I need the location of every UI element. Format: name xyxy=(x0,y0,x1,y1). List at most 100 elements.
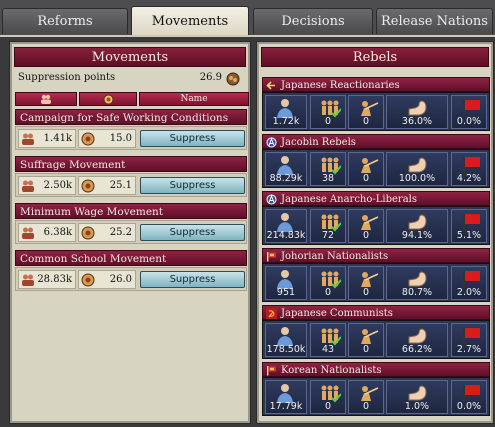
rebel-revolt-risk-value: 0.0% xyxy=(456,116,482,127)
supporters-icon xyxy=(22,133,34,145)
sort-by-supporters[interactable] xyxy=(15,92,77,106)
rebel-organization-value: 80.7% xyxy=(401,287,433,298)
rebel-faction-name: Japanese Communists xyxy=(281,308,393,319)
rebel-brigades-cell: 38 xyxy=(310,152,346,186)
rebel-faction-title: Japanese Reactionaries xyxy=(262,77,490,92)
rebel-faction-row[interactable]: Japanese Anarcho-Liberals 214.83k 72 0 9… xyxy=(262,191,490,245)
radicalism-value: 26.0 xyxy=(109,274,132,285)
radicalism-value: 25.2 xyxy=(109,227,132,238)
rebel-faction-title: Korean Nationalists xyxy=(262,362,490,377)
movement-title: Suffrage Movement xyxy=(15,156,247,172)
rebel-size-value: 214.83k xyxy=(266,230,306,241)
rebels-panel: Rebels Japanese Reactionaries 1.72k 0 0 … xyxy=(256,41,494,424)
rebel-organization-value: 94.1% xyxy=(401,230,433,241)
rebel-army-value: 0 xyxy=(362,344,370,355)
rebel-faction-name: Japanese Reactionaries xyxy=(281,80,400,91)
rebel-revolt-risk-cell: 0.0% xyxy=(451,380,487,414)
strength-arm-icon xyxy=(408,100,427,116)
rebel-army-value: 0 xyxy=(362,173,370,184)
brigades-icon xyxy=(321,214,341,232)
suppress-button[interactable]: Suppress xyxy=(140,177,245,194)
rebel-organization-value: 100.0% xyxy=(398,173,436,184)
rebel-faction-row[interactable]: Japanese Communists 178.50k 43 0 66.2% 2… xyxy=(262,305,490,359)
rebel-organization-cell: 36.0% xyxy=(386,95,448,129)
red-flag-icon xyxy=(463,328,480,345)
rebel-brigades-cell: 0 xyxy=(310,380,346,414)
rebel-faction-name: Johorian Nationalists xyxy=(281,251,389,262)
rebel-size-value: 1.72k xyxy=(272,116,300,127)
rebel-size-value: 88.29k xyxy=(269,173,303,184)
tab-movements[interactable]: Movements xyxy=(131,6,249,36)
rebel-revolt-risk-cell: 2.0% xyxy=(451,266,487,300)
rebel-faction-title: Japanese Anarcho-Liberals xyxy=(262,191,490,206)
rebel-pop-icon xyxy=(277,156,293,175)
nationalist-flag-icon xyxy=(267,252,276,262)
rifleman-icon xyxy=(361,272,379,287)
movement-title: Campaign for Safe Working Conditions xyxy=(15,109,247,125)
tab-bar: Reforms Movements Decisions Release Nati… xyxy=(0,0,495,37)
movement-row: Campaign for Safe Working Conditions 1.4… xyxy=(15,109,247,150)
rebel-faction-name: Korean Nationalists xyxy=(281,365,382,376)
rebel-faction-row[interactable]: Japanese Reactionaries 1.72k 0 0 36.0% 0… xyxy=(262,77,490,131)
strength-arm-icon xyxy=(408,214,427,230)
rebel-pop-icon xyxy=(277,213,293,232)
suppression-points-icon xyxy=(226,72,240,86)
rebel-revolt-risk-value: 2.0% xyxy=(456,287,482,298)
supporters-value: 6.38k xyxy=(43,227,72,238)
strength-arm-icon xyxy=(408,157,427,173)
radicalism-icon xyxy=(103,94,113,105)
rebel-army-cell: 0 xyxy=(348,209,384,243)
rebel-organization-cell: 94.1% xyxy=(386,209,448,243)
rifleman-icon xyxy=(361,386,379,401)
movements-panel: Movements Suppression points 26.9 Name C… xyxy=(9,41,251,424)
tab-reforms[interactable]: Reforms xyxy=(2,8,128,34)
red-flag-icon xyxy=(463,157,480,174)
suppress-button[interactable]: Suppress xyxy=(140,224,245,241)
radicalism-icon xyxy=(81,226,95,240)
rebel-brigades-cell: 43 xyxy=(310,323,346,357)
rebel-revolt-risk-cell: 5.1% xyxy=(451,209,487,243)
rebel-pop-icon xyxy=(277,99,293,118)
rebel-faction-name: Jacobin Rebels xyxy=(281,137,356,148)
rebel-army-value: 0 xyxy=(362,287,370,298)
suppression-points-value: 26.9 xyxy=(199,72,222,83)
movement-row: Common School Movement 28.83k 26.0 Suppr… xyxy=(15,250,247,291)
rebel-army-value: 0 xyxy=(362,116,370,127)
red-flag-icon xyxy=(463,271,480,288)
sort-by-radicalism[interactable] xyxy=(79,92,137,106)
rebel-brigades-value: 43 xyxy=(321,344,335,355)
rifleman-icon xyxy=(361,329,379,344)
tab-decisions[interactable]: Decisions xyxy=(253,8,373,34)
supporters-value: 1.41k xyxy=(43,133,72,144)
strength-arm-icon xyxy=(408,271,427,287)
tab-release-nations[interactable]: Release Nations xyxy=(376,8,493,34)
movement-row: Suffrage Movement 2.50k 25.1 Suppress xyxy=(15,156,247,197)
rebel-brigades-value: 0 xyxy=(324,287,332,298)
rebel-brigades-value: 0 xyxy=(324,401,332,412)
suppress-button[interactable]: Suppress xyxy=(140,130,245,147)
supporters-cell: 6.38k xyxy=(18,223,76,242)
rebel-faction-title: Jacobin Rebels xyxy=(262,134,490,149)
rebel-size-value: 17.79k xyxy=(269,401,303,412)
anarchy-icon xyxy=(266,137,277,148)
suppression-points-label: Suppression points xyxy=(18,72,116,83)
rebel-size-cell: 88.29k xyxy=(265,152,307,186)
rebel-faction-title: Johorian Nationalists xyxy=(262,248,490,263)
strength-arm-icon xyxy=(408,385,427,401)
sort-by-name[interactable]: Name xyxy=(139,92,249,106)
rebel-faction-row[interactable]: Jacobin Rebels 88.29k 38 0 100.0% 4.2% xyxy=(262,134,490,188)
rebel-faction-row[interactable]: Johorian Nationalists 951 0 0 80.7% 2.0% xyxy=(262,248,490,302)
supporters-icon xyxy=(22,274,34,286)
suppress-button[interactable]: Suppress xyxy=(140,271,245,288)
rebel-organization-cell: 66.2% xyxy=(386,323,448,357)
rebel-army-value: 0 xyxy=(362,230,370,241)
rebel-pop-icon xyxy=(277,327,293,346)
rebel-revolt-risk-cell: 0.0% xyxy=(451,95,487,129)
rebel-faction-row[interactable]: Korean Nationalists 17.79k 0 0 1.0% 0.0% xyxy=(262,362,490,416)
brigades-icon xyxy=(321,385,341,403)
rebel-brigades-value: 0 xyxy=(324,116,332,127)
rebel-army-cell: 0 xyxy=(348,266,384,300)
rebels-header: Rebels xyxy=(261,47,489,67)
rebel-size-cell: 178.50k xyxy=(265,323,307,357)
radicalism-value: 25.1 xyxy=(109,180,132,191)
